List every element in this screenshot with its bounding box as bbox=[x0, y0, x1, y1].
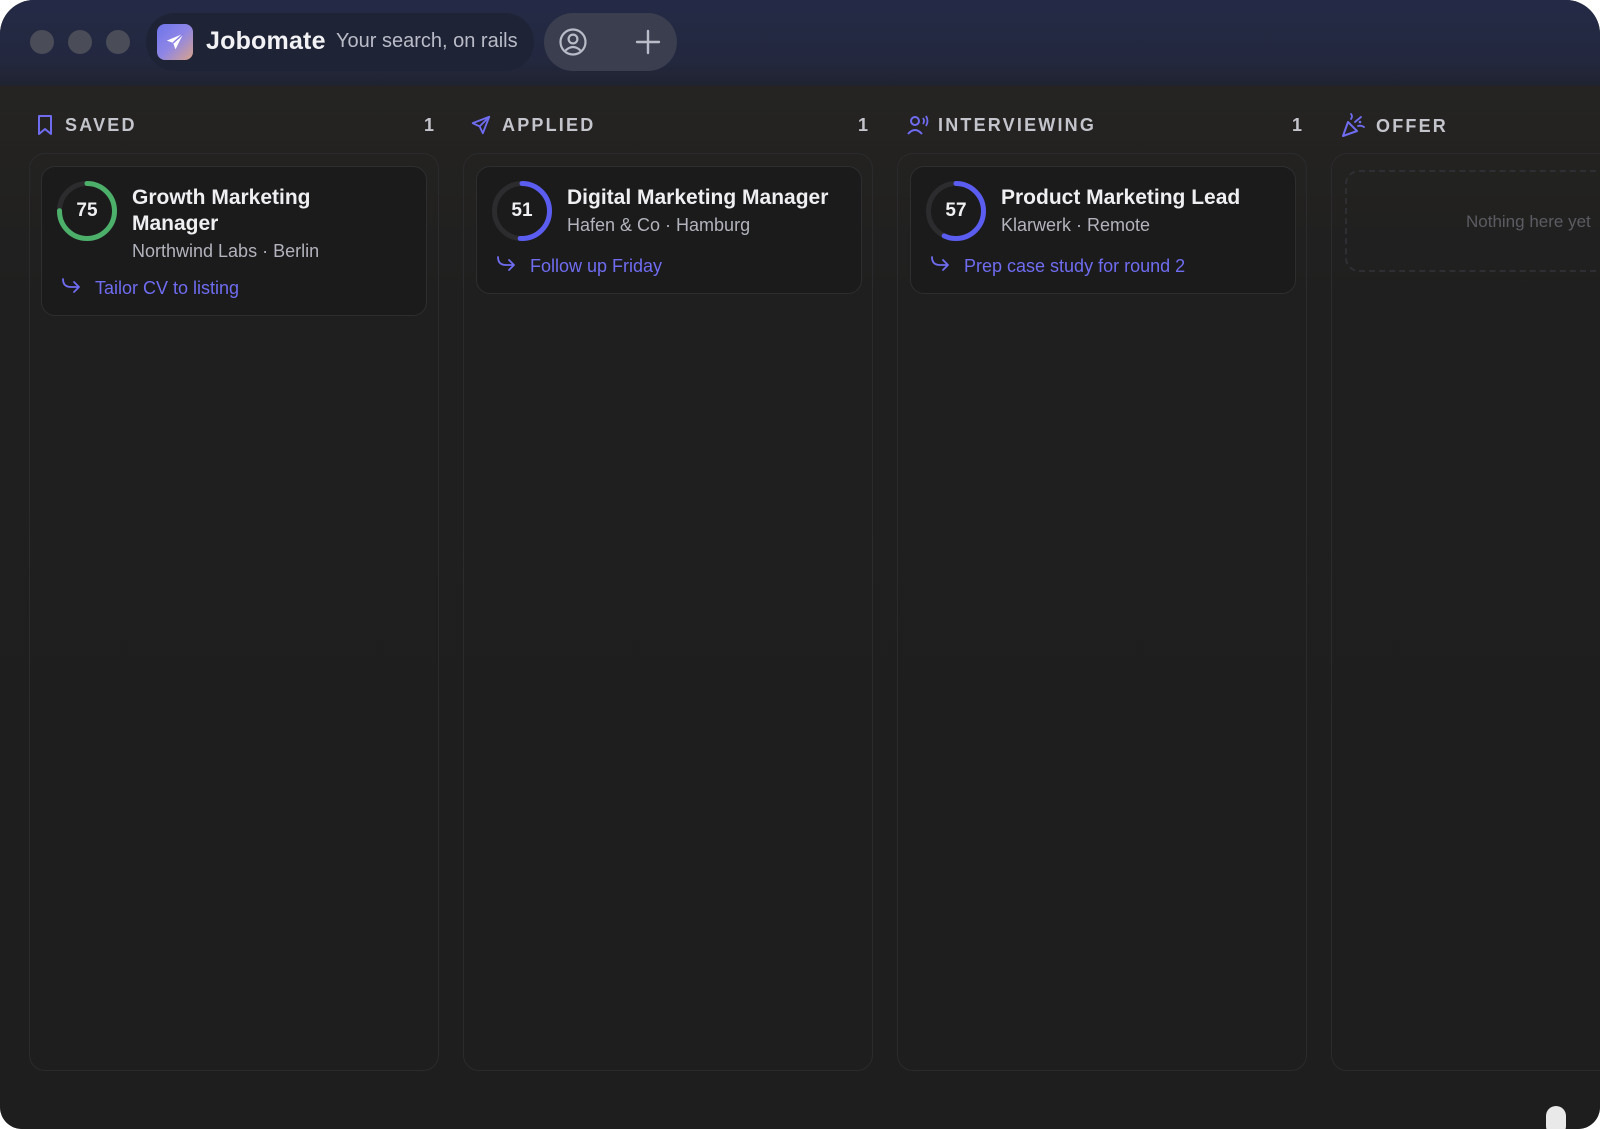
job-company-location: Hafen & Co · Hamburg bbox=[567, 215, 751, 235]
user-voice-icon bbox=[907, 115, 929, 135]
job-title: Product Marketing Lead bbox=[1001, 186, 1241, 209]
app-window: Jobomate Your search, on rails SAVED 1 A… bbox=[0, 0, 1600, 1129]
scrollbar-thumb[interactable] bbox=[1546, 1106, 1566, 1129]
match-score-value: 51 bbox=[511, 200, 533, 221]
column-title-offer: OFFER bbox=[1376, 116, 1448, 136]
job-title: Digital Marketing Manager bbox=[567, 186, 829, 209]
arrow-forward-icon bbox=[931, 256, 949, 271]
job-title: Growth Marketing Manager bbox=[132, 186, 311, 235]
arrow-forward-icon bbox=[62, 278, 80, 293]
user-circle-icon[interactable] bbox=[558, 27, 588, 57]
window-close-button[interactable] bbox=[30, 30, 54, 54]
match-score-value: 57 bbox=[945, 200, 967, 221]
paper-plane-icon bbox=[157, 24, 193, 60]
window-minimize-button[interactable] bbox=[68, 30, 92, 54]
next-step-link[interactable]: Follow up Friday bbox=[530, 256, 662, 277]
next-step-link[interactable]: Prep case study for round 2 bbox=[964, 256, 1185, 277]
send-icon bbox=[471, 115, 491, 135]
column-title-applied: APPLIED bbox=[502, 115, 596, 135]
bookmark-icon bbox=[38, 115, 52, 135]
column-count-interviewing: 1 bbox=[1292, 115, 1303, 135]
column-title-interviewing: INTERVIEWING bbox=[938, 115, 1097, 135]
job-company-location: Northwind Labs · Berlin bbox=[132, 241, 320, 261]
plus-icon[interactable] bbox=[634, 28, 662, 56]
column-count-applied: 1 bbox=[858, 115, 869, 135]
app-tagline: Your search, on rails bbox=[336, 30, 518, 52]
arrow-forward-icon bbox=[497, 256, 515, 271]
column-offer bbox=[1331, 153, 1600, 1071]
window-zoom-button[interactable] bbox=[106, 30, 130, 54]
column-title-saved: SAVED bbox=[65, 115, 137, 135]
column-count-saved: 1 bbox=[424, 115, 435, 135]
app-name: Jobomate bbox=[206, 27, 326, 55]
job-company-location: Klarwerk · Remote bbox=[1001, 215, 1151, 235]
match-score-value: 75 bbox=[76, 200, 98, 221]
title-bar: Jobomate Your search, on rails bbox=[0, 0, 1600, 86]
empty-state-text: Nothing here yet bbox=[1466, 212, 1591, 231]
party-popper-icon bbox=[1342, 113, 1365, 137]
next-step-link[interactable]: Tailor CV to listing bbox=[95, 278, 239, 299]
